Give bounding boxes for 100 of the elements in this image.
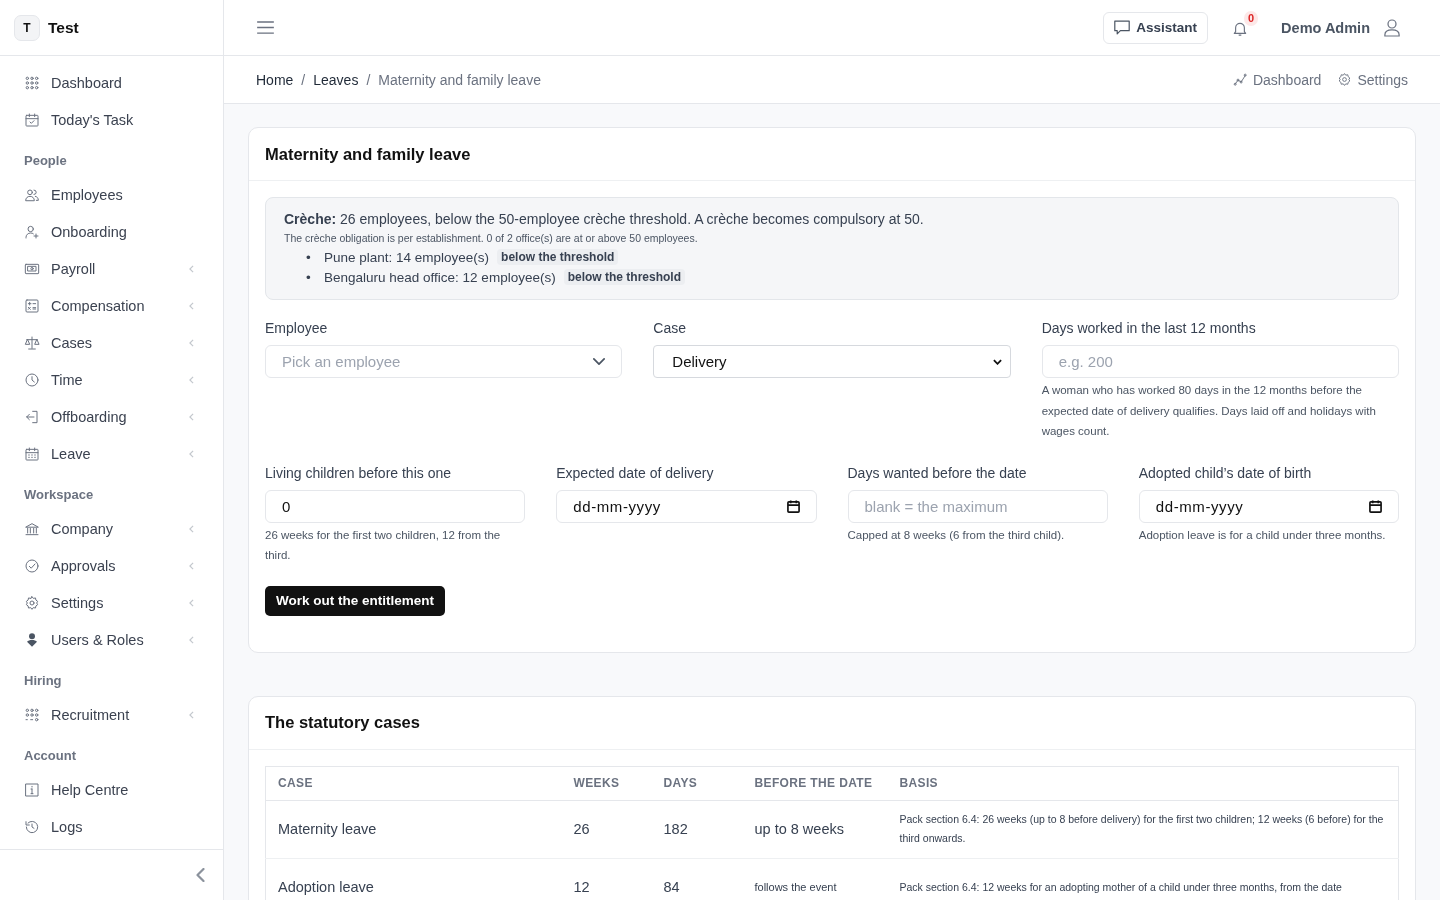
table-cell: follows the event: [742, 858, 888, 900]
notice-note: The crèche obligation is per establishment. 0 of 2 office(s) are at or above 50 employees.: [284, 231, 699, 246]
field-label: Case: [653, 319, 687, 338]
users-icon: [24, 186, 40, 203]
notification-count: 0: [1244, 10, 1259, 26]
notice-summary: Crèche: 26 employees, below the 50-employee crèche threshold. A crèche becomes compulsory at 50.: [284, 210, 925, 229]
nav-item[interactable]: Offboarding: [0, 398, 223, 435]
bank-icon: [24, 520, 40, 537]
bell-icon[interactable]: [1233, 20, 1248, 37]
exit-icon: [24, 408, 40, 425]
help-text: Capped at 8 weeks (6 from the third child).: [847, 527, 1066, 543]
calendar-check-icon: [24, 111, 40, 128]
chat-icon: [1114, 20, 1131, 35]
help-text: 26 weeks for the first two children, 12 from the third.: [265, 527, 502, 563]
establishment-text: Pune plant: 14 employee(s): [324, 249, 490, 265]
nav-item[interactable]: Cases: [0, 324, 223, 361]
column-header: WEEKS: [561, 766, 652, 800]
toolbar-link[interactable]: Dashboard: [1232, 71, 1322, 88]
help-text: Adoption leave is for a child under three months.: [1138, 527, 1387, 543]
table-cell: Pack section 6.4: 26 weeks (up to 8 before delivery) for the first two children; 12 weeks (6 before) for the third onwards.: [887, 800, 1399, 858]
check-circle-icon: [24, 557, 40, 574]
calendar-icon: [1369, 499, 1382, 513]
calculator-icon: [24, 297, 40, 314]
info-icon: [24, 781, 40, 798]
list-bullet: •: [306, 269, 312, 285]
field-label: Employee: [265, 319, 329, 338]
calculate-button[interactable]: Work out the entitlement: [265, 585, 445, 616]
chevron-down-icon: [593, 358, 606, 365]
nav-item[interactable]: Approvals: [0, 547, 223, 584]
establishment-text: Bengaluru head office: 12 employee(s): [324, 269, 556, 285]
table-cell: 182: [651, 800, 743, 858]
app-name: Test: [48, 18, 79, 37]
table-cell: up to 8 weeks: [742, 800, 888, 858]
collapse-sidebar-button[interactable]: [196, 868, 205, 882]
user-icon[interactable]: [1384, 18, 1400, 37]
text-input[interactable]: 0: [265, 489, 526, 523]
nav-item[interactable]: Employees: [0, 176, 223, 213]
nav-item[interactable]: Onboarding: [0, 213, 223, 250]
field-label: Days wanted before the date: [847, 463, 1028, 483]
date-input[interactable]: dd-mm-yyyy: [1138, 489, 1399, 523]
column-header: CASE: [265, 766, 562, 800]
list-bullet: •: [306, 249, 312, 265]
breadcrumb-link[interactable]: Home: [256, 71, 294, 88]
logo-mark: T: [14, 14, 40, 41]
chevron-down-icon: [992, 358, 1002, 365]
nav-section-heading: Account: [23, 747, 77, 765]
table-cell: 26: [561, 800, 652, 858]
nav-item[interactable]: Time: [0, 361, 223, 398]
nav-item[interactable]: Today's Task: [0, 101, 223, 138]
nav-item[interactable]: Compensation: [0, 287, 223, 324]
nav-item[interactable]: Recruitment: [0, 696, 223, 733]
user-plus-icon: [24, 223, 40, 240]
breadcrumb-link[interactable]: Leaves: [313, 71, 359, 88]
settings-icon: [24, 594, 40, 611]
column-header: BEFORE THE DATE: [742, 766, 888, 800]
table-cell: 12: [561, 858, 652, 900]
nav-item[interactable]: Payroll: [0, 250, 223, 287]
column-header: BASIS: [887, 766, 1399, 800]
scale-icon: [24, 334, 40, 351]
table-cell: Adoption leave: [265, 858, 562, 900]
select-field[interactable]: Delivery: [653, 345, 1011, 378]
menu-icon: [257, 21, 274, 34]
nav-item[interactable]: Leave: [0, 435, 223, 472]
nav-item[interactable]: Help Centre: [0, 771, 223, 808]
status-badge: below the threshold: [563, 269, 685, 285]
toolbar-link[interactable]: Settings: [1337, 71, 1408, 88]
table-cell: Pack section 6.4: 12 weeks for an adopting mother of a child under three months, from the date: [887, 858, 1399, 900]
chevron-left-icon: [196, 868, 205, 882]
card-title: The statutory cases: [265, 713, 420, 732]
user-name[interactable]: Demo Admin: [1281, 19, 1370, 36]
nav-item[interactable]: Logs: [0, 808, 223, 845]
chart-line-icon: [1232, 72, 1248, 87]
breadcrumb-separator: /: [366, 71, 371, 88]
nav-section-heading: Hiring: [23, 672, 63, 690]
grid-icon: [24, 74, 40, 91]
text-input[interactable]: e.g. 200: [1041, 345, 1399, 378]
dot-grid-icon: [24, 706, 40, 723]
field-label: Adopted child’s date of birth: [1138, 463, 1313, 483]
date-input[interactable]: dd-mm-yyyy: [556, 489, 817, 523]
card-title: Maternity and family leave: [265, 144, 471, 164]
column-header: DAYS: [651, 766, 743, 800]
text-input[interactable]: blank = the maximum: [847, 489, 1108, 523]
table-cell: 84: [651, 858, 743, 900]
nav-item[interactable]: Dashboard: [0, 64, 223, 101]
history-icon: [24, 818, 40, 835]
menu-button[interactable]: [257, 21, 274, 34]
assistant-button[interactable]: Assistant: [1103, 11, 1209, 44]
settings-icon: [1337, 72, 1353, 87]
breadcrumb-separator: /: [301, 71, 306, 88]
help-text: A woman who has worked 80 days in the 12 months before the expected date of delivery qualifies. Days laid off and holidays with wages count.: [1041, 383, 1377, 439]
calendar-icon: [786, 499, 800, 513]
field-label: Expected date of delivery: [556, 463, 715, 483]
field-label: Days worked in the last 12 months: [1041, 319, 1257, 338]
table-cell: Maternity leave: [265, 800, 562, 858]
field-label: Living children before this one: [265, 463, 452, 483]
nav-item[interactable]: Users & Roles: [0, 621, 223, 658]
nav-item[interactable]: Settings: [0, 584, 223, 621]
breadcrumb-current: Maternity and family leave: [378, 71, 541, 88]
calendar-icon: [24, 445, 40, 462]
nav-item[interactable]: Company: [0, 510, 223, 547]
